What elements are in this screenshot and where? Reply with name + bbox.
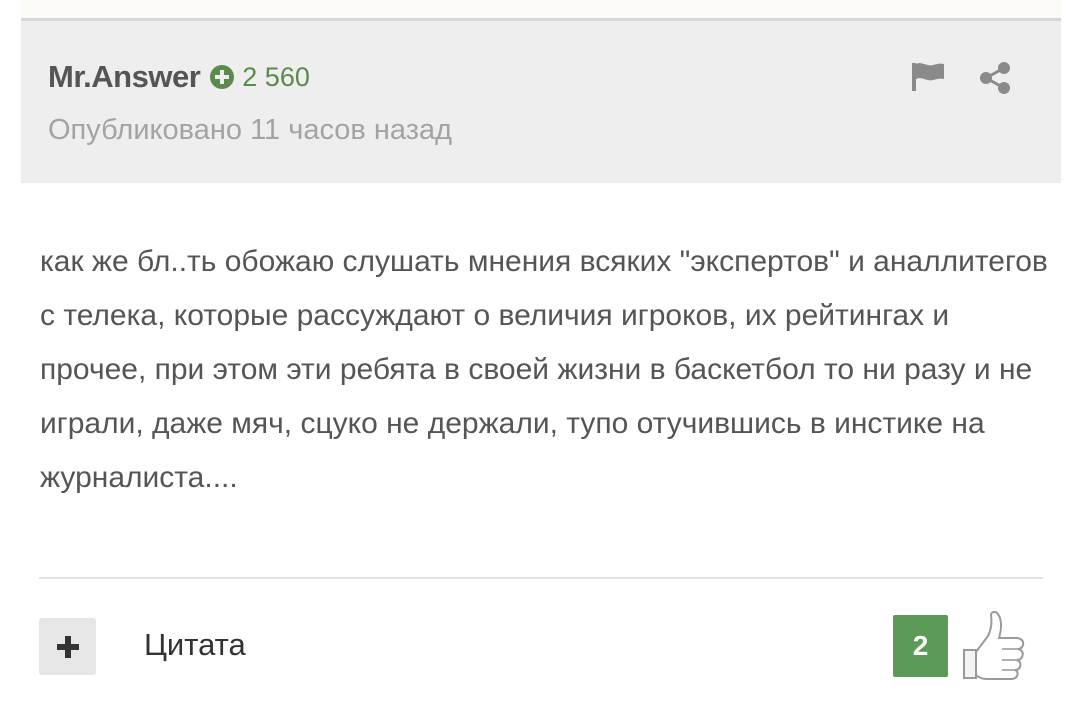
like-button[interactable] bbox=[958, 610, 1030, 682]
divider bbox=[39, 577, 1043, 579]
author-name[interactable]: Mr.Answer bbox=[48, 59, 201, 95]
author-row: Mr.Answer 2 560 bbox=[48, 59, 310, 95]
comment-text: как же бл..ть обожаю слушать мнения всяк… bbox=[40, 245, 1048, 494]
plus-circle-icon bbox=[210, 65, 235, 89]
likes-count: 2 bbox=[893, 615, 948, 677]
expand-button[interactable] bbox=[39, 618, 96, 675]
flag-icon bbox=[912, 63, 944, 91]
share-icon bbox=[980, 62, 1010, 94]
author-rating: 2 560 bbox=[210, 62, 310, 93]
rating-value: 2 560 bbox=[242, 61, 310, 92]
quote-button[interactable]: Цитата bbox=[144, 627, 246, 663]
plus-icon bbox=[56, 635, 79, 658]
share-button[interactable] bbox=[976, 59, 1014, 97]
comment-header: Mr.Answer 2 560 Опубликовано 11 часов на… bbox=[21, 18, 1061, 183]
report-button[interactable] bbox=[909, 59, 947, 97]
published-time: Опубликовано 11 часов назад bbox=[48, 114, 453, 146]
thumbs-up-icon bbox=[963, 610, 1025, 680]
top-strip bbox=[21, 0, 1061, 18]
